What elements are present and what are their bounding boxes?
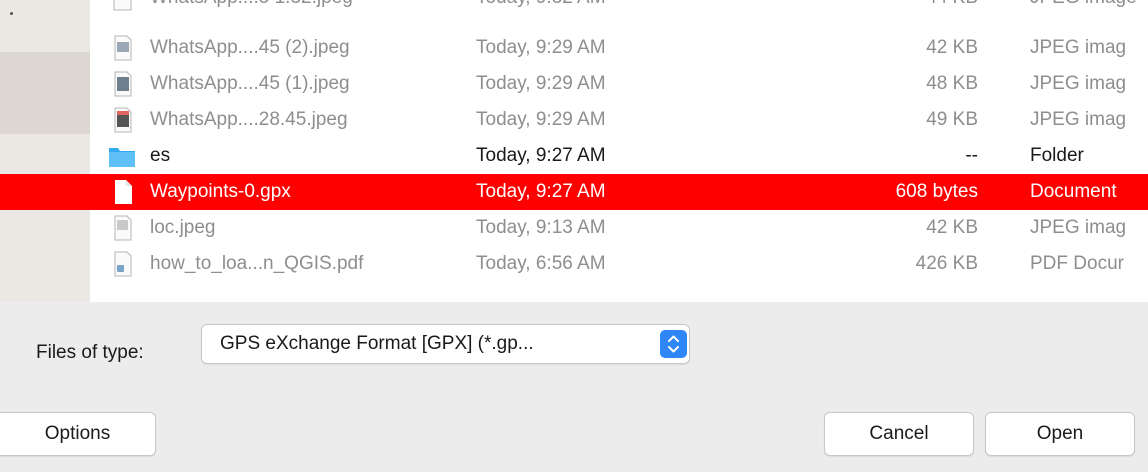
file-row-partial[interactable]: WhatsApp....5 1.32.jpeg Today, 9:32 AM 4… [0,0,1148,16]
pdf-file-icon [114,251,132,277]
document-icon [115,180,132,204]
file-date: Today, 9:32 AM [476,0,606,16]
file-size: 44 KB [800,0,978,16]
file-kind: Document [1030,181,1117,202]
open-button[interactable]: Open [985,412,1135,456]
jpeg-file-icon [113,0,132,11]
file-date: Today, 6:56 AM [476,253,606,274]
file-kind: JPEG imag [1030,73,1127,94]
files-of-type-select[interactable]: GPS eXchange Format [GPX] (*.gp... [201,324,690,364]
file-name: loc.jpeg [150,217,216,238]
files-of-type-label: Files of type: [36,342,144,363]
file-size: 426 KB [915,253,978,274]
file-size: 49 KB [926,109,978,130]
files-of-type-value: GPS eXchange Format [GPX] (*.gp... [220,333,534,354]
jpeg-file-icon [114,107,132,133]
file-date: Today, 9:27 AM [476,181,606,202]
file-kind: Folder [1030,145,1084,166]
file-date: Today, 9:29 AM [476,73,606,94]
file-row[interactable]: WhatsApp....45 (2).jpeg Today, 9:29 AM 4… [0,30,1148,66]
file-kind: JPEG imag [1030,37,1127,58]
file-kind: JPEG imag [1030,109,1127,130]
file-size: -- [965,145,978,166]
file-row[interactable]: WhatsApp....28.45.jpeg Today, 9:29 AM 49… [0,102,1148,138]
file-size: 42 KB [926,217,978,238]
file-size: 608 bytes [895,181,978,202]
jpeg-file-icon [114,35,132,61]
file-date: Today, 9:27 AM [476,145,606,166]
file-date: Today, 9:29 AM [476,37,606,58]
file-name: how_to_loa...n_QGIS.pdf [150,253,364,274]
folder-icon [109,148,135,167]
file-row[interactable]: es Today, 9:27 AM -- Folder [0,138,1148,174]
file-kind: PDF Docur [1030,253,1124,274]
file-date: Today, 9:29 AM [476,109,606,130]
file-name: WhatsApp....5 1.32.jpeg [150,0,353,16]
file-row[interactable]: loc.jpeg Today, 9:13 AM 42 KB JPEG imag [0,210,1148,246]
file-kind: JPEG imag [1030,217,1127,238]
file-name: WhatsApp....45 (1).jpeg [150,73,350,94]
file-kind: JPEG image [1030,0,1137,16]
file-row-selected[interactable]: Waypoints-0.gpx Today, 9:27 AM 608 bytes… [0,174,1148,210]
file-name: WhatsApp....28.45.jpeg [150,109,348,130]
file-date: Today, 9:13 AM [476,217,606,238]
file-size: 42 KB [926,37,978,58]
cancel-button[interactable]: Cancel [824,412,974,456]
file-name: Waypoints-0.gpx [150,181,291,202]
file-name: es [150,145,171,166]
jpeg-file-icon [114,71,132,97]
jpeg-file-icon [114,215,132,241]
file-name: WhatsApp....45 (2).jpeg [150,37,350,58]
select-stepper[interactable] [660,330,687,358]
file-list: WhatsApp....5 1.32.jpeg Today, 9:32 AM 4… [0,0,1148,302]
file-row[interactable]: how_to_loa...n_QGIS.pdf Today, 6:56 AM 4… [0,246,1148,282]
chevron-up-down-icon [668,335,679,353]
file-row[interactable]: WhatsApp....45 (1).jpeg Today, 9:29 AM 4… [0,66,1148,102]
options-button[interactable]: Options [0,412,156,456]
file-size: 48 KB [926,73,978,94]
